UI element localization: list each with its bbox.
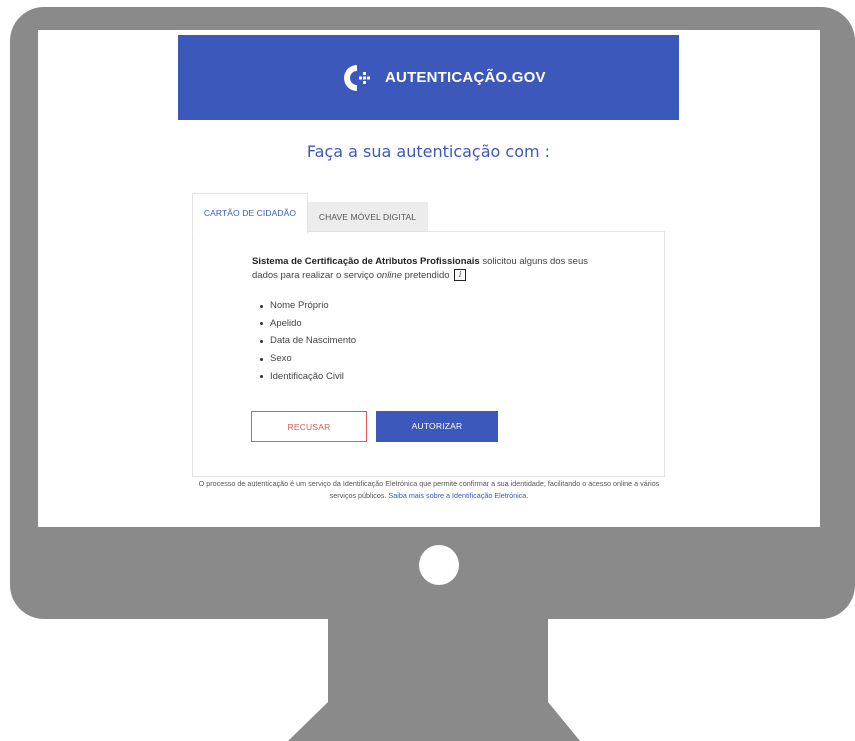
service-name: Sistema de Certificação de Atributos Pro… — [252, 256, 480, 267]
list-item: Identificação Civil — [256, 368, 356, 386]
power-button — [419, 545, 459, 585]
attribute-label: Data de Nascimento — [270, 335, 357, 347]
attribute-label: Sexo — [270, 353, 292, 365]
brand-name: AUTENTICAÇÃO.GOV — [385, 69, 546, 86]
bullet-icon — [260, 375, 263, 379]
request-text: Sistema de Certificação de Atributos Pro… — [252, 255, 612, 283]
autenticacao-logo-icon — [344, 65, 370, 91]
footer-text: O processo de autenticação é um serviço … — [195, 478, 663, 502]
monitor-stand — [288, 612, 580, 741]
attributes-list: Nome Próprio Apelido Data de Nascimento … — [256, 297, 356, 385]
tab-chave-movel-digital[interactable]: CHAVE MÓVEL DIGITAL — [307, 202, 428, 232]
bullet-icon — [260, 339, 263, 343]
attribute-label: Apelido — [270, 317, 302, 329]
bullet-icon — [260, 357, 263, 361]
list-item: Nome Próprio — [256, 297, 356, 315]
tab-cartao-de-cidadao[interactable]: CARTÃO DE CIDADÃO — [192, 193, 308, 234]
attribute-label: Nome Próprio — [270, 300, 329, 311]
footer-link[interactable]: Saiba mais sobre a Identificação Eletrón… — [388, 491, 528, 500]
list-item: Apelido — [256, 315, 356, 333]
list-item: Data de Nascimento — [256, 332, 356, 350]
bullet-icon — [260, 322, 263, 326]
bullet-icon — [260, 304, 263, 308]
request-text-part2: pretendido — [404, 270, 450, 281]
info-icon[interactable]: i — [454, 269, 467, 282]
list-item: Sexo — [256, 350, 356, 368]
refuse-button[interactable]: RECUSAR — [251, 411, 367, 442]
attribute-label: Identificação Civil — [270, 370, 344, 382]
authorize-button[interactable]: AUTORIZAR — [376, 411, 498, 442]
page-title: Faça a sua autenticação com : — [306, 142, 551, 161]
request-text-online: online — [376, 270, 402, 281]
